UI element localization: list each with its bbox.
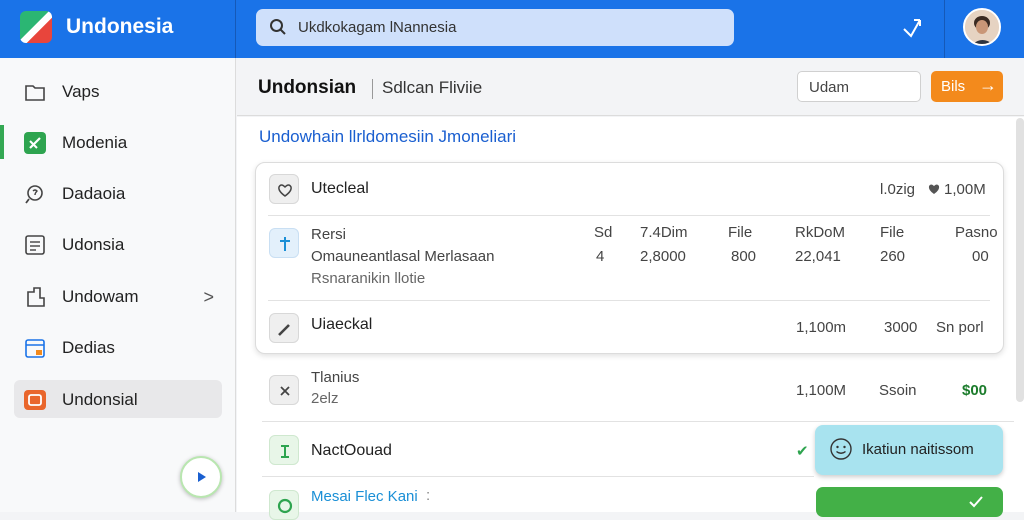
cell-value: 1,100M	[796, 382, 847, 399]
sidebar-item-dadaoia[interactable]: Dadaoia	[14, 174, 222, 212]
row-description-secondary: Rsnaranikin llotie	[311, 270, 426, 287]
row-title[interactable]: NactOouad	[311, 442, 392, 460]
sidebar-item-label: Udonsia	[62, 235, 125, 254]
divider	[944, 0, 945, 58]
row-icon	[269, 228, 299, 258]
check-icon: ✔	[796, 443, 809, 460]
main-header: Undonsian Sdlcan Fliviie Udam Bils →	[237, 58, 1024, 116]
heart-icon	[278, 184, 292, 197]
cell-value: 3000	[884, 319, 918, 336]
smiley-icon	[830, 438, 852, 460]
column-header: File	[880, 224, 905, 241]
sidebar-item-label: Undonsial	[62, 390, 138, 409]
page-subtitle: Sdlcan Fliviie	[382, 78, 483, 97]
cell-value: 00	[972, 248, 989, 265]
sidebar-item-udonsia[interactable]: Udonsia	[14, 225, 222, 263]
app-title: Undonesia	[66, 15, 174, 38]
app-branding[interactable]: Undonesia	[0, 0, 236, 58]
divider	[262, 476, 814, 477]
cell-value: 4	[596, 248, 605, 265]
check-icon	[969, 496, 983, 508]
sidebar-item-label: Dedias	[62, 338, 115, 357]
row-description: Omauneantlasal Merlasaan	[311, 248, 495, 265]
divider	[262, 421, 1014, 422]
calendar-icon	[25, 339, 45, 358]
row-icon	[269, 490, 299, 520]
row-label: Rersi	[311, 226, 347, 243]
cell-value: 2,8000	[640, 248, 686, 265]
divider	[372, 79, 373, 99]
pin-icon	[280, 237, 290, 251]
orange-tag-icon	[24, 390, 46, 410]
row-icon	[269, 313, 299, 343]
section-title[interactable]: Undowhain llrldomesiin Jmoneliari	[259, 127, 516, 147]
column-header: Sd	[594, 224, 613, 241]
arrow-right-icon: →	[979, 75, 997, 95]
cell-value: Sn porl	[936, 319, 984, 336]
share-icon[interactable]	[900, 16, 924, 40]
cell-value: $00	[962, 382, 988, 399]
play-icon	[198, 472, 206, 482]
row-icon	[269, 435, 299, 465]
user-avatar[interactable]	[963, 8, 1001, 46]
cell-value: 800	[731, 248, 757, 265]
sidebar-item-label: Vaps	[62, 82, 100, 101]
row-meta: l.0zig	[880, 181, 916, 198]
row-value: 1,00M	[944, 181, 986, 198]
search-query-text: Ukdkokagam lNannesia	[298, 19, 457, 36]
filter-input-value: Udam	[809, 79, 850, 96]
sidebar-item-label: Modenia	[62, 133, 128, 152]
sidebar-item-dedias[interactable]: Dedias	[14, 328, 222, 366]
list-icon	[25, 235, 45, 255]
page-title: Undonsian	[258, 77, 357, 98]
green-marker-icon	[281, 445, 289, 458]
button-label: Bils	[941, 78, 966, 95]
document-icon	[27, 287, 45, 307]
sidebar-item-label: Dadaoia	[62, 184, 126, 203]
cell-value: 1,100m	[796, 319, 847, 336]
cell-value: Ssoin	[879, 382, 917, 399]
sidebar-item-vaps[interactable]: Vaps	[14, 72, 222, 110]
pencil-icon	[278, 324, 290, 336]
cell-value: 260	[880, 248, 906, 265]
heart-icon	[928, 184, 940, 194]
column-header: 7.4Dim	[640, 224, 688, 241]
sidebar-item-undonsial[interactable]: Undonsial	[14, 380, 222, 418]
scrollbar[interactable]	[1016, 118, 1024, 402]
app-logo-icon	[20, 11, 52, 43]
column-header: Pasno	[955, 224, 998, 241]
row-subtitle: 2elz	[311, 390, 339, 407]
column-header: RkDoM	[795, 224, 846, 241]
column-header: File	[728, 224, 753, 241]
row-title[interactable]: Mesai Flec Kani	[311, 488, 418, 505]
divider	[268, 215, 990, 216]
sidebar: Vaps Modenia Dadaoia Udonsia Undowam > D…	[0, 58, 236, 512]
search-settings-icon	[25, 185, 43, 204]
row-icon	[269, 375, 299, 405]
sidebar-item-label: Undowam	[62, 287, 139, 306]
row-icon	[269, 174, 299, 204]
expand-sidebar-button[interactable]	[180, 456, 222, 498]
row-title[interactable]: Uiaeckal	[311, 316, 372, 334]
top-bar: Undonesia Ukdkokagam lNannesia	[0, 0, 1024, 58]
primary-action-button[interactable]: Bils →	[931, 71, 1003, 102]
search-input[interactable]: Ukdkokagam lNannesia	[256, 9, 734, 46]
sidebar-item-undowam[interactable]: Undowam >	[14, 277, 222, 315]
folder-icon	[25, 85, 45, 101]
cell-value: 22,041	[795, 248, 841, 265]
more-icon[interactable]: :	[426, 487, 430, 504]
refresh-icon	[277, 498, 293, 514]
search-icon	[270, 19, 286, 35]
close-icon	[280, 386, 290, 396]
confirm-button[interactable]	[816, 487, 1003, 517]
notification-toast[interactable]: Ikatiun naitissom	[815, 425, 1003, 475]
chevron-right-icon[interactable]: >	[203, 287, 214, 308]
sidebar-item-modenia[interactable]: Modenia	[0, 123, 222, 161]
divider	[268, 300, 990, 301]
row-title[interactable]: Tlanius	[311, 369, 359, 386]
green-edit-icon	[24, 132, 46, 154]
toast-text: Ikatiun naitissom	[862, 441, 974, 458]
filter-input[interactable]: Udam	[797, 71, 921, 102]
row-title[interactable]: Utecleal	[311, 180, 369, 198]
